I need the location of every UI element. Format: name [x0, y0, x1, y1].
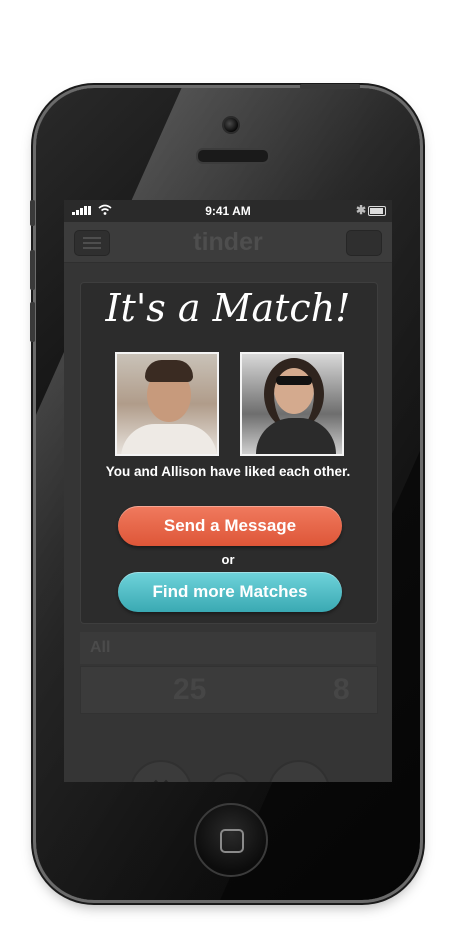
match-photo-allison [240, 352, 344, 456]
earpiece-speaker [196, 148, 270, 164]
home-button[interactable] [194, 803, 268, 877]
status-time: 9:41 AM [205, 204, 251, 218]
volume-up-button [30, 250, 35, 290]
volume-down-button [30, 302, 35, 342]
or-separator: or [221, 552, 235, 567]
send-message-button[interactable]: Send a Message [118, 506, 342, 546]
screen: 9:41 AM ✱ tinder All 25 8 ✖ i ♥ It's a M… [64, 200, 392, 782]
card-stats: 25 8 [80, 666, 378, 714]
match-subtitle: You and Allison have liked each other. [105, 464, 351, 479]
bluetooth-icon: ✱ [355, 203, 366, 217]
stat-friends: 25 [173, 673, 207, 706]
mute-switch [30, 200, 35, 226]
chat-icon[interactable] [346, 230, 382, 256]
phone-frame: 9:41 AM ✱ tinder All 25 8 ✖ i ♥ It's a M… [36, 88, 420, 900]
card-name-fragment: All [80, 632, 376, 664]
find-more-matches-button[interactable]: Find more Matches [118, 572, 342, 612]
tinder-logo: tinder [193, 228, 263, 256]
front-camera [222, 116, 240, 134]
stat-interests: 8 [333, 673, 350, 706]
like-heart-icon[interactable]: ♥ [268, 760, 330, 782]
status-bar: 9:41 AM ✱ [64, 200, 392, 222]
dislike-x-icon[interactable]: ✖ [130, 760, 192, 782]
power-button [300, 84, 360, 89]
battery-icon [368, 206, 386, 216]
info-icon[interactable]: i [208, 772, 252, 782]
match-title: It's a Match! [105, 286, 351, 330]
app-header: tinder [64, 222, 392, 263]
user-photo [115, 352, 219, 456]
